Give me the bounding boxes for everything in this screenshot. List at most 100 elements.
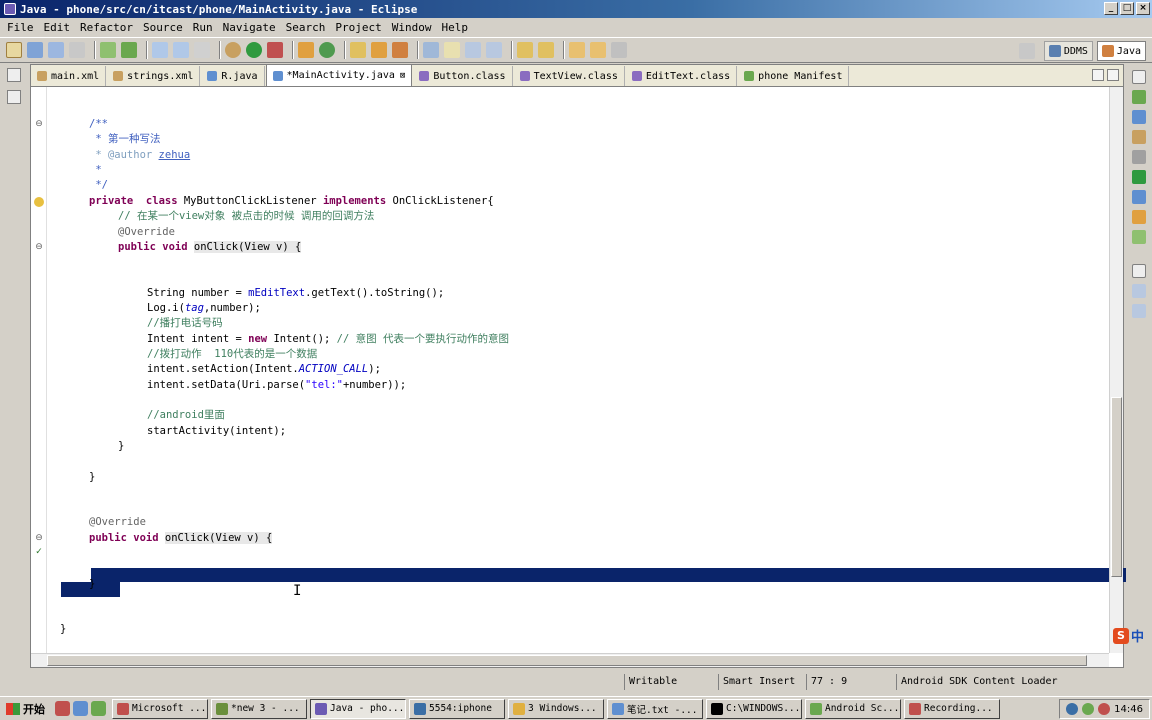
horizontal-scrollbar[interactable] bbox=[31, 653, 1109, 667]
code-editor[interactable]: /** * 第一种写法 * @author zehua * */ private… bbox=[49, 87, 1126, 653]
new-xml-icon[interactable] bbox=[194, 42, 210, 58]
tab-mainactivity-java[interactable]: *MainActivity.java ⊠ bbox=[265, 64, 413, 86]
scroll-thumb[interactable] bbox=[1111, 397, 1122, 577]
taskbar-item[interactable]: *new 3 - ... bbox=[211, 698, 307, 719]
tab-main-xml[interactable]: main.xml bbox=[31, 66, 107, 86]
restore-view-icon[interactable] bbox=[1132, 264, 1146, 278]
task-marker-icon[interactable]: ✓ bbox=[34, 547, 44, 557]
quick-launch-icon[interactable] bbox=[55, 701, 70, 716]
taskbar-item[interactable]: Microsoft ... bbox=[112, 698, 208, 719]
tab-textview-class[interactable]: TextView.class bbox=[514, 66, 625, 86]
fold-icon[interactable]: ⊖ bbox=[34, 119, 44, 129]
taskbar-item[interactable]: Java - pho... bbox=[310, 698, 406, 719]
show-whitespace-icon[interactable] bbox=[465, 42, 481, 58]
code-line: /** bbox=[89, 118, 108, 130]
run-icon[interactable] bbox=[246, 42, 262, 58]
warning-marker-icon[interactable] bbox=[34, 197, 44, 207]
back-icon[interactable] bbox=[569, 42, 585, 58]
ddms-perspective-button[interactable]: DDMS bbox=[1043, 41, 1093, 61]
taskbar-item[interactable]: 3 Windows... bbox=[508, 698, 604, 719]
vertical-scrollbar[interactable] bbox=[1109, 87, 1123, 653]
last-edit-icon[interactable] bbox=[611, 42, 627, 58]
maximize-editor-icon[interactable] bbox=[1107, 69, 1119, 81]
fold-icon[interactable]: ⊖ bbox=[34, 242, 44, 252]
mark-occurrences-icon[interactable] bbox=[423, 42, 439, 58]
next-annotation-icon[interactable] bbox=[517, 42, 533, 58]
scroll-thumb[interactable] bbox=[47, 655, 1087, 666]
tab-strings-xml[interactable]: strings.xml bbox=[107, 66, 201, 86]
logcat-icon[interactable] bbox=[1132, 190, 1146, 204]
android-sdk-icon[interactable] bbox=[100, 42, 116, 58]
debug-icon[interactable] bbox=[225, 42, 241, 58]
forward-icon[interactable] bbox=[590, 42, 606, 58]
devices-icon[interactable] bbox=[1132, 304, 1146, 318]
print-icon[interactable] bbox=[69, 42, 85, 58]
menu-navigate[interactable]: Navigate bbox=[218, 21, 281, 34]
ie-icon[interactable] bbox=[73, 701, 88, 716]
taskbar-item[interactable]: 笔记.txt -... bbox=[607, 698, 703, 719]
tasks-icon[interactable] bbox=[1132, 210, 1146, 224]
open-type-icon[interactable] bbox=[350, 42, 366, 58]
javadoc-icon[interactable] bbox=[1132, 130, 1146, 144]
open-task-icon[interactable] bbox=[371, 42, 387, 58]
tab-edittext-class[interactable]: EditText.class bbox=[626, 66, 738, 86]
network-icon[interactable] bbox=[1066, 703, 1079, 715]
ime-toolbar[interactable]: S 中 bbox=[1112, 626, 1144, 645]
save-all-icon[interactable] bbox=[48, 42, 64, 58]
previous-annotation-icon[interactable] bbox=[538, 42, 554, 58]
minimize-button[interactable]: _ bbox=[1104, 2, 1118, 15]
package-explorer-icon[interactable] bbox=[7, 90, 21, 104]
tab-phone-manifest[interactable]: phone Manifest bbox=[738, 66, 850, 86]
menu-search[interactable]: Search bbox=[281, 21, 331, 34]
manifest-file-icon bbox=[744, 71, 755, 81]
problems-icon[interactable] bbox=[1132, 110, 1146, 124]
taskbar-item[interactable]: 5554:iphone bbox=[409, 698, 505, 719]
quick-launch-icon[interactable] bbox=[91, 701, 106, 716]
block-selection-icon[interactable] bbox=[486, 42, 502, 58]
close-button[interactable]: × bbox=[1136, 2, 1150, 15]
start-button[interactable]: 开始 bbox=[2, 699, 49, 719]
outline-icon[interactable] bbox=[1132, 90, 1146, 104]
console-icon[interactable] bbox=[1132, 170, 1146, 184]
toggle-highlight-icon[interactable] bbox=[444, 42, 460, 58]
external-tools-icon[interactable] bbox=[267, 42, 283, 58]
taskbar-item[interactable]: Android Sc... bbox=[805, 698, 901, 719]
restore-view-icon[interactable] bbox=[1132, 70, 1146, 84]
menu-bar: File Edit Refactor Source Run Navigate S… bbox=[0, 18, 1152, 36]
declaration-icon[interactable] bbox=[1132, 150, 1146, 164]
tray-app-icon[interactable] bbox=[1098, 703, 1111, 715]
menu-file[interactable]: File bbox=[2, 21, 39, 34]
code-line: } bbox=[89, 578, 96, 590]
tab-r-java[interactable]: R.java bbox=[201, 66, 265, 86]
hierarchy-icon[interactable] bbox=[1132, 284, 1146, 298]
menu-edit[interactable]: Edit bbox=[39, 21, 76, 34]
tray-app-icon[interactable] bbox=[1082, 703, 1095, 715]
android-icon[interactable] bbox=[1132, 230, 1146, 244]
new-icon[interactable] bbox=[6, 42, 22, 58]
menu-run[interactable]: Run bbox=[188, 21, 218, 34]
new-android-project-icon[interactable] bbox=[152, 42, 168, 58]
new-test-project-icon[interactable] bbox=[173, 42, 189, 58]
taskbar-item[interactable]: Recording... bbox=[904, 698, 1000, 719]
code-token: .getText().toString(); bbox=[305, 287, 445, 299]
restore-view-icon[interactable] bbox=[7, 68, 21, 82]
open-perspective-icon[interactable] bbox=[1018, 43, 1035, 59]
search-icon[interactable] bbox=[392, 42, 408, 58]
close-tab-icon[interactable]: ⊠ bbox=[400, 71, 405, 81]
menu-refactor[interactable]: Refactor bbox=[75, 21, 138, 34]
save-icon[interactable] bbox=[27, 42, 43, 58]
new-class-icon[interactable] bbox=[319, 42, 335, 58]
menu-window[interactable]: Window bbox=[387, 21, 437, 34]
tab-button-class[interactable]: Button.class bbox=[413, 66, 513, 86]
menu-source[interactable]: Source bbox=[138, 21, 188, 34]
maximize-button[interactable]: □ bbox=[1120, 2, 1134, 15]
taskbar-item[interactable]: C:\WINDOWS... bbox=[706, 698, 802, 719]
fold-icon[interactable]: ⊖ bbox=[34, 533, 44, 543]
avd-manager-icon[interactable] bbox=[121, 42, 137, 58]
menu-help[interactable]: Help bbox=[436, 21, 473, 34]
java-perspective-button[interactable]: Java bbox=[1096, 41, 1146, 61]
minimize-editor-icon[interactable] bbox=[1092, 69, 1104, 81]
menu-project[interactable]: Project bbox=[330, 21, 386, 34]
clock[interactable]: 14:46 bbox=[1114, 704, 1143, 715]
new-java-project-icon[interactable] bbox=[298, 42, 314, 58]
